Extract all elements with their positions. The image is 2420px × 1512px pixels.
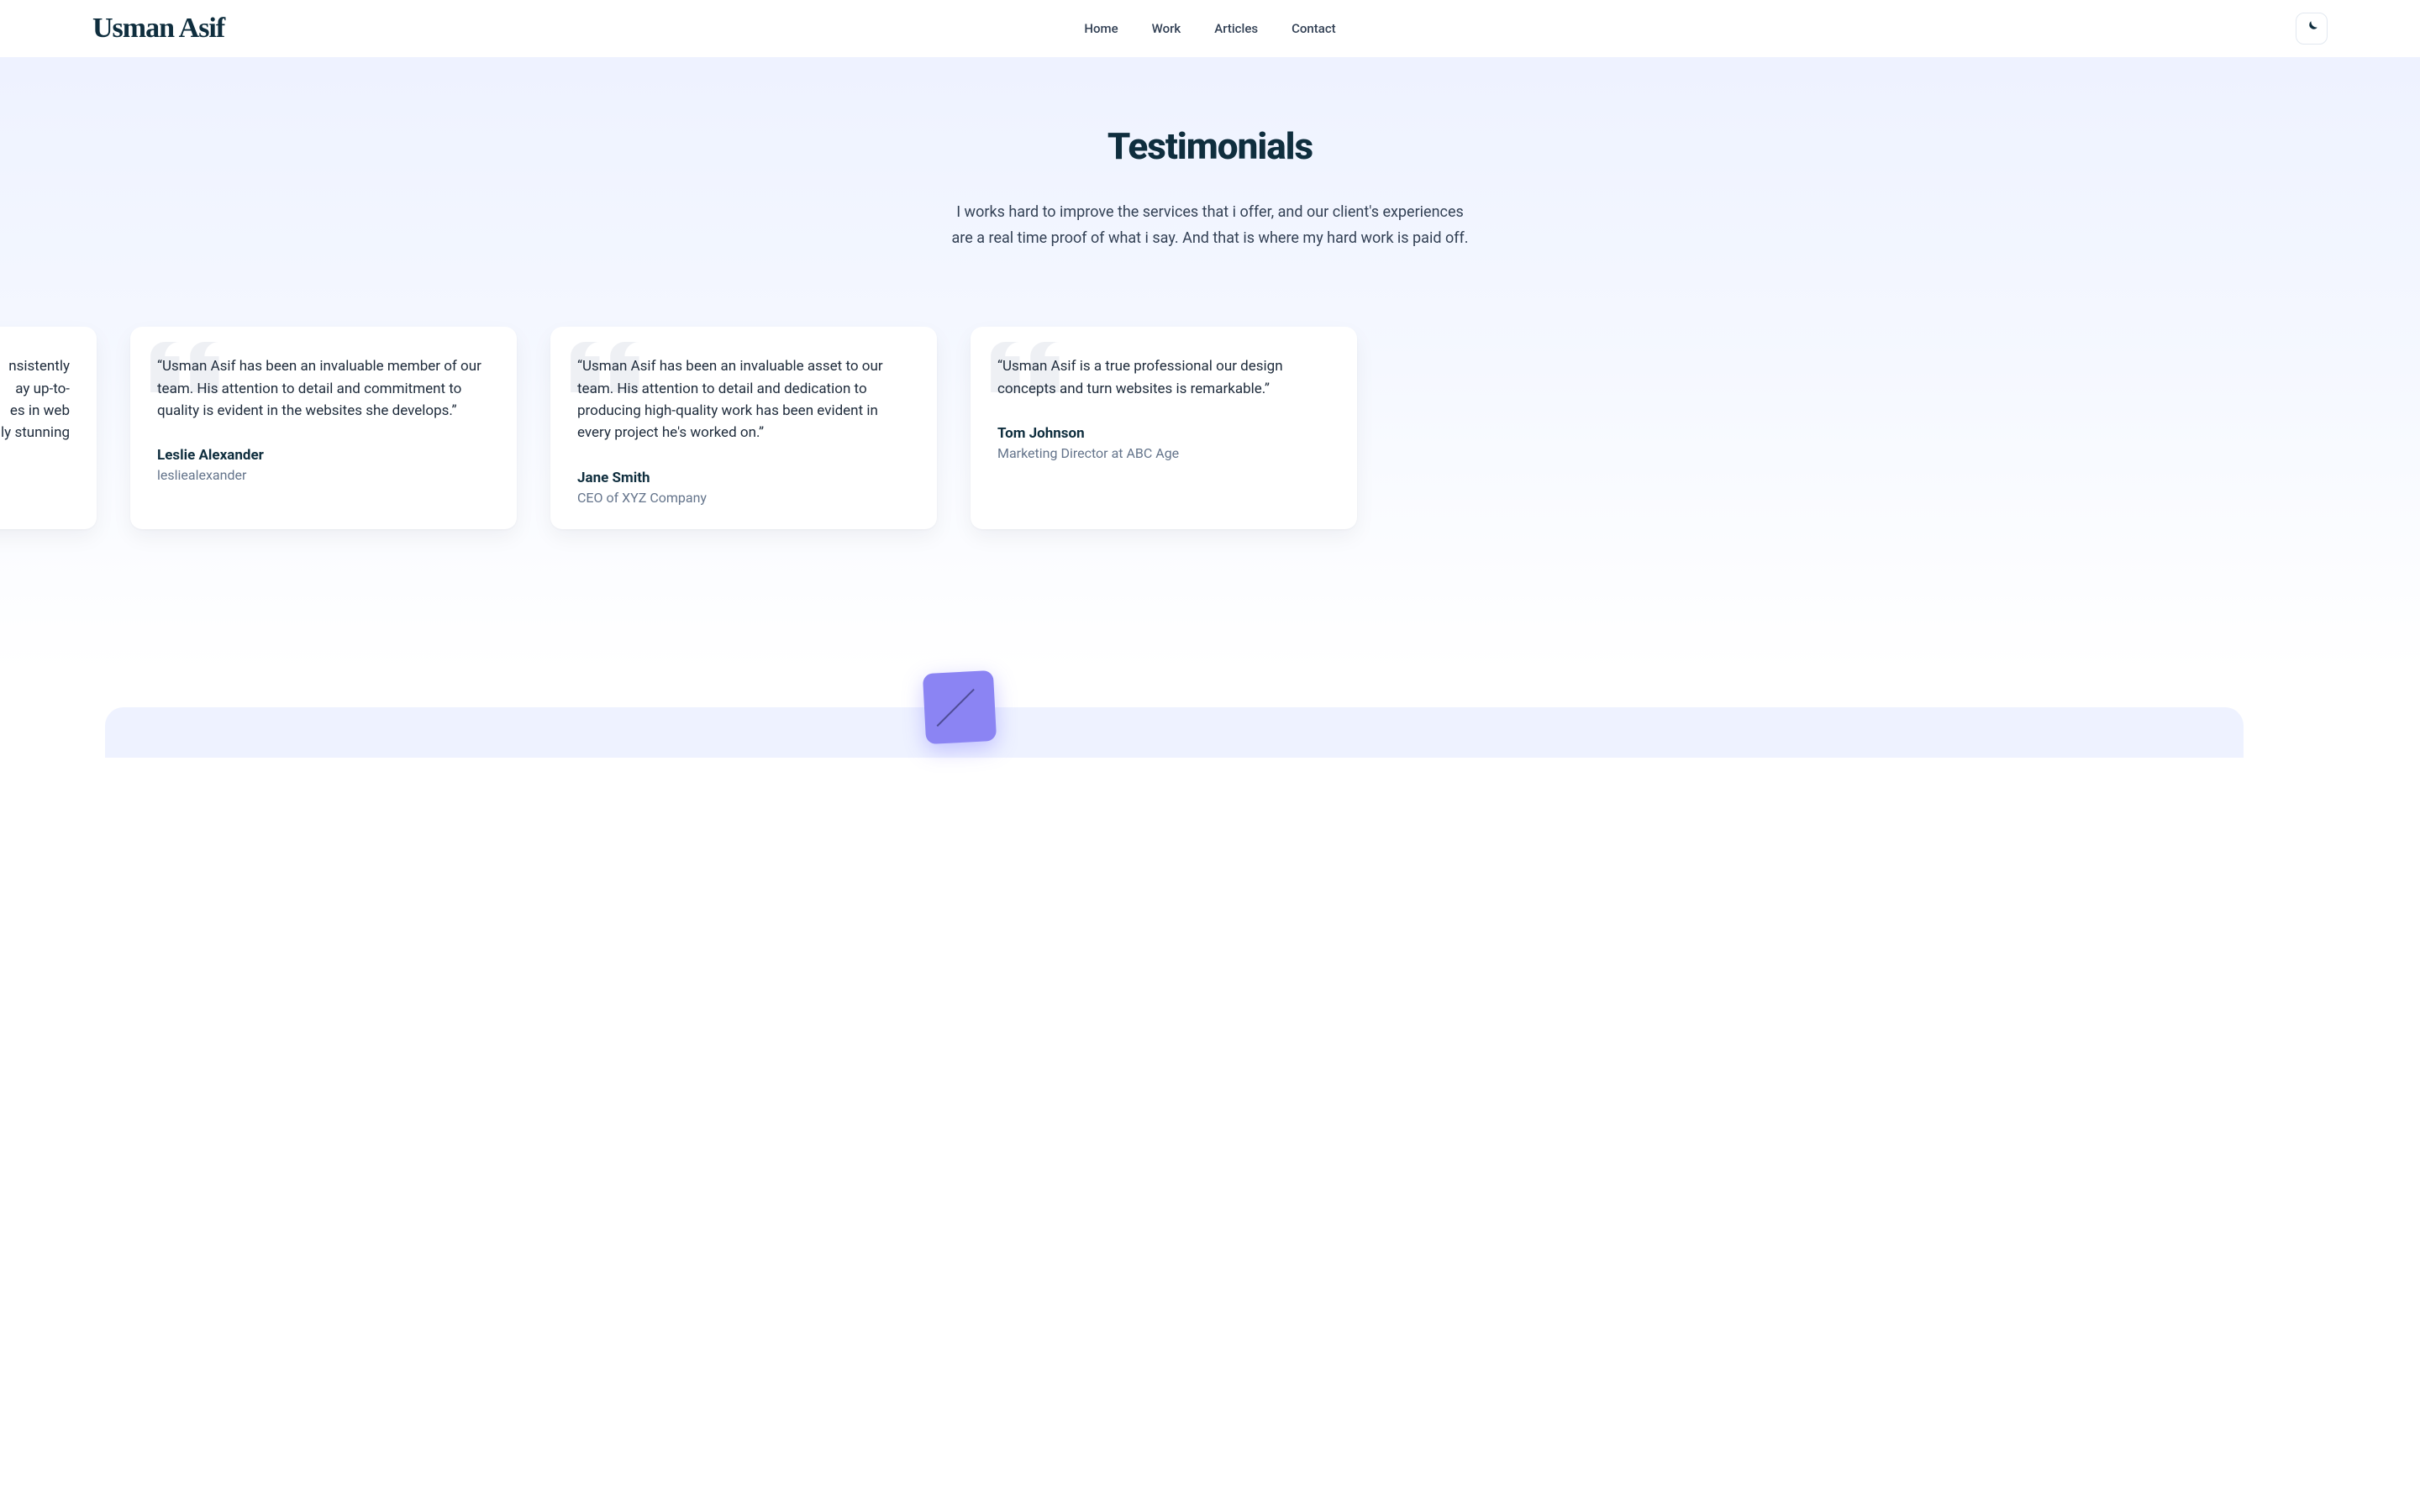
testimonial-card: “Usman Asif has been an invaluable asset… [550, 327, 937, 528]
testimonial-quote: “Usman Asif has been an invaluable membe… [157, 355, 490, 422]
testimonials-carousel[interactable]: nsistently ay up-to- es in web ally stun… [0, 327, 2130, 528]
testimonials-section: Testimonials I works hard to improve the… [0, 57, 2420, 672]
testimonial-quote: “Usman Asif has been an invaluable asset… [577, 355, 910, 444]
testimonial-author: Jane Smith [577, 470, 910, 486]
cta-panel [105, 707, 2244, 758]
testimonial-role: lesliealexander [157, 467, 490, 483]
nav-contact[interactable]: Contact [1292, 21, 1336, 36]
testimonial-card: nsistently ay up-to- es in web ally stun… [0, 327, 97, 528]
nav-home[interactable]: Home [1084, 21, 1118, 36]
testimonial-author: Leslie Alexander [157, 447, 490, 464]
testimonial-card: “Usman Asif has been an invaluable membe… [130, 327, 517, 528]
site-logo[interactable]: Usman Asif [92, 13, 224, 45]
testimonial-card: “Usman Asif is a true professional our d… [971, 327, 1357, 528]
nav-work[interactable]: Work [1152, 21, 1181, 36]
testimonial-author: Tom Johnson [997, 425, 1330, 442]
testimonial-quote: nsistently ay up-to- es in web ally stun… [0, 355, 70, 444]
section-subtitle: I works hard to improve the services tha… [950, 200, 1470, 251]
section-title: Testimonials [0, 124, 2420, 168]
testimonial-role: Marketing Director at ABC Age [997, 445, 1330, 461]
testimonial-quote: “Usman Asif is a true professional our d… [997, 355, 1330, 400]
testimonial-role: CEO of XYZ Company [577, 490, 910, 506]
site-header: Usman Asif Home Work Articles Contact [0, 0, 2420, 57]
primary-nav: Home Work Articles Contact [1084, 21, 1335, 36]
nav-articles[interactable]: Articles [1214, 21, 1258, 36]
decor-square-icon [923, 670, 997, 744]
moon-icon [2304, 19, 2319, 37]
theme-toggle-button[interactable] [2296, 13, 2328, 45]
